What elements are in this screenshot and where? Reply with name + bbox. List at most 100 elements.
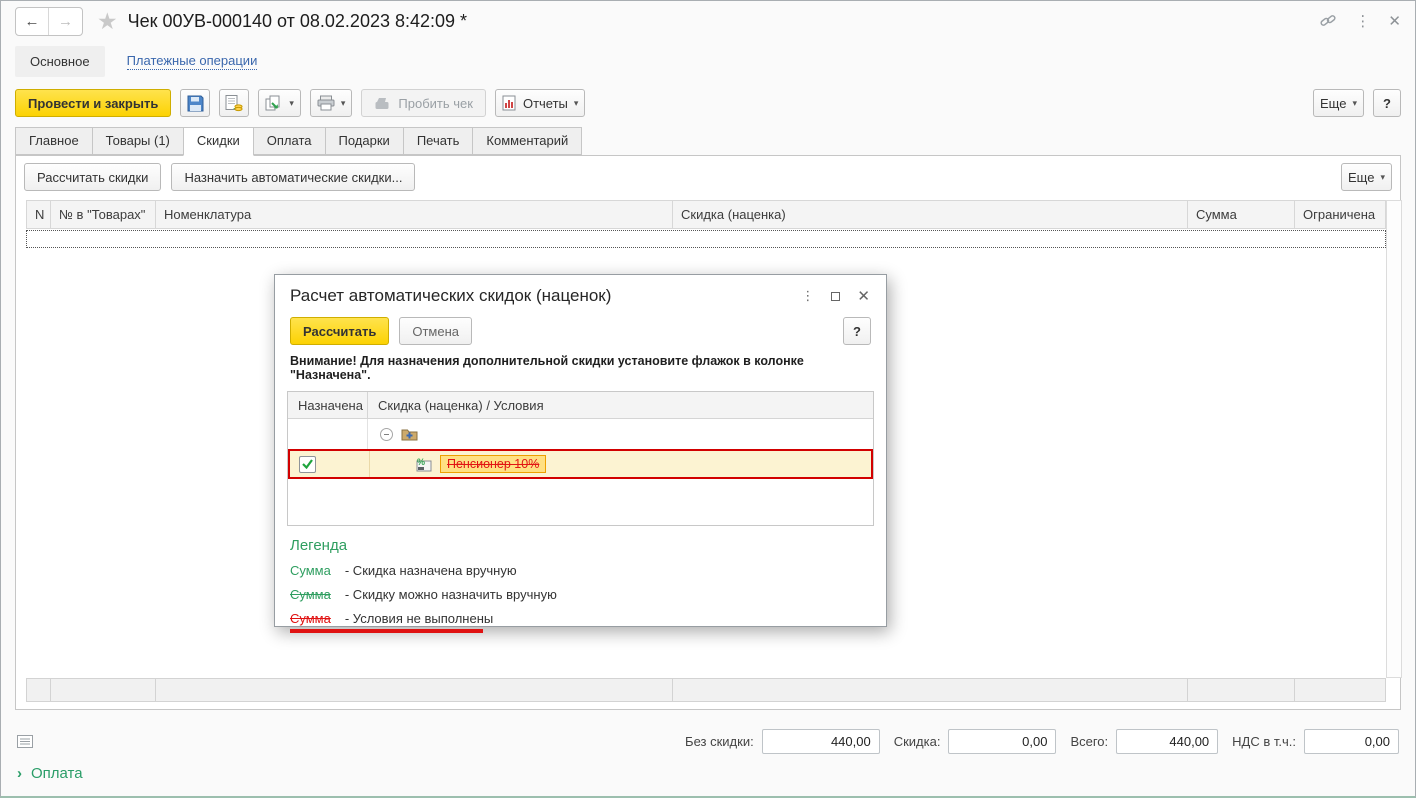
tab-tovary[interactable]: Товары (1) xyxy=(91,127,184,155)
calculate-button[interactable]: Рассчитать xyxy=(290,317,390,345)
copy-document-icon xyxy=(265,95,283,112)
chevron-down-icon: ▾ xyxy=(573,97,579,108)
legend-text: - Скидка назначена вручную xyxy=(344,563,517,578)
legend-text: - Условия не выполнены xyxy=(344,611,494,626)
total-sum-field[interactable]: 440,00 xyxy=(1116,728,1219,754)
payment-group-label: Оплата xyxy=(31,765,83,782)
discount-row-selected[interactable]: % Пенсионер 10% xyxy=(288,449,873,479)
create-based-on-button[interactable]: ▾ xyxy=(258,89,301,117)
kebab-menu-icon[interactable]: ⋮ xyxy=(1355,14,1370,29)
tab-strip: Главное Товары (1) Скидки Оплата Подарки… xyxy=(15,127,1401,156)
tab-skidki[interactable]: Скидки xyxy=(182,127,254,156)
total-sum-label: Всего: xyxy=(1070,733,1109,749)
dialog-buttons: Рассчитать Отмена ? xyxy=(275,308,886,352)
post-and-close-button[interactable]: Провести и закрыть xyxy=(15,89,172,117)
legend-sample: Сумма xyxy=(290,587,331,602)
favorite-star-icon[interactable]: ★ xyxy=(97,9,118,33)
table-footer-cell xyxy=(51,678,156,702)
total-discount-field[interactable]: 0,00 xyxy=(948,728,1057,754)
save-button[interactable] xyxy=(180,89,211,117)
tab-kommentariy[interactable]: Комментарий xyxy=(472,127,583,155)
nav-main[interactable]: Основное xyxy=(15,45,105,77)
back-button[interactable]: ← xyxy=(16,7,49,35)
legend-sample: Сумма xyxy=(290,611,331,626)
page-title: Чек 00УВ-000140 от 08.02.2023 8:42:09 * xyxy=(127,10,468,31)
toolbar: Провести и закрыть ▾ ▾ Пробить чек Отчет… xyxy=(1,85,1415,121)
close-icon[interactable]: ✕ xyxy=(857,287,870,305)
list-icon[interactable] xyxy=(17,734,33,748)
table-footer-cell xyxy=(156,678,673,702)
table-header: N № в "Товарах" Номенклатура Скидка (нац… xyxy=(26,200,1386,229)
auto-discounts-dialog: Расчет автоматических скидок (наценок) ⋮… xyxy=(274,274,887,633)
current-row-indicator[interactable] xyxy=(26,230,1386,248)
legend-item-conditions-not-met: Сумма - Условия не выполнены xyxy=(290,611,871,626)
totals-bar: Без скидки: 440,00 Скидка: 0,00 Всего: 4… xyxy=(1,719,1415,763)
dialog-header: Расчет автоматических скидок (наценок) ⋮… xyxy=(275,275,886,308)
legend-item-can-assign: Сумма - Скидку можно назначить вручную xyxy=(290,587,871,602)
assigned-checkbox[interactable] xyxy=(299,455,316,473)
link-icon[interactable] xyxy=(1319,12,1337,30)
calculate-discounts-button[interactable]: Рассчитать скидки xyxy=(24,163,162,191)
column-header-num-in-goods: № в "Товарах" xyxy=(51,200,156,229)
print-button[interactable]: ▾ xyxy=(309,89,353,117)
tab-glavnoe[interactable]: Главное xyxy=(15,127,93,155)
chevron-down-icon: ▾ xyxy=(340,97,346,108)
post-document-icon xyxy=(225,94,243,112)
collapse-icon[interactable] xyxy=(380,427,393,441)
column-header-n: N xyxy=(26,200,51,229)
kebab-menu-icon[interactable]: ⋮ xyxy=(801,288,814,304)
more-label: Еще xyxy=(1320,95,1347,111)
dialog-help-button[interactable]: ? xyxy=(843,317,871,345)
close-icon[interactable]: ✕ xyxy=(1388,14,1401,29)
legend-sample: Сумма xyxy=(290,563,331,578)
discount-name[interactable]: Пенсионер 10% xyxy=(440,455,547,473)
column-header-assigned: Назначена xyxy=(288,392,368,418)
red-underline xyxy=(290,629,483,633)
table-footer-cell xyxy=(1295,678,1386,702)
total-vat-field[interactable]: 0,00 xyxy=(1304,728,1399,754)
legend-text: - Скидку можно назначить вручную xyxy=(344,587,557,602)
reports-label: Отчеты xyxy=(522,95,568,111)
svg-text:%: % xyxy=(417,457,425,467)
tab-pechat[interactable]: Печать xyxy=(402,127,474,155)
post-document-button[interactable] xyxy=(219,89,250,117)
reports-button[interactable]: Отчеты ▾ xyxy=(494,89,586,117)
tab-oplata[interactable]: Оплата xyxy=(252,127,326,155)
column-header-limited: Ограничена xyxy=(1295,200,1386,229)
vertical-scrollbar[interactable] xyxy=(1386,200,1402,678)
cancel-button[interactable]: Отмена xyxy=(399,317,473,345)
legend-title: Легенда xyxy=(290,537,348,554)
table-footer-cell xyxy=(673,678,1188,702)
dialog-discounts-table: Назначена Скидка (наценка) / Условия % П… xyxy=(287,391,874,526)
history-nav: ← → xyxy=(15,6,83,36)
assign-auto-discounts-button[interactable]: Назначить автоматические скидки... xyxy=(171,163,416,191)
total-vat-label: НДС в т.ч.: xyxy=(1232,733,1296,749)
total-discount-label: Скидка: xyxy=(893,733,941,749)
discount-group-row[interactable] xyxy=(288,419,873,449)
column-header-nomenclature: Номенклатура xyxy=(156,200,673,229)
save-icon xyxy=(187,95,204,112)
help-button[interactable]: ? xyxy=(1373,89,1401,117)
total-without-discount-field[interactable]: 440,00 xyxy=(761,728,880,754)
nav-payment-operations[interactable]: Платежные операции xyxy=(126,53,258,70)
table-footer-cell xyxy=(26,678,51,702)
chevron-down-icon: ▾ xyxy=(1380,171,1385,182)
total-without-discount-label: Без скидки: xyxy=(685,733,754,749)
dialog-table-header: Назначена Скидка (наценка) / Условия xyxy=(288,392,873,419)
column-header-discount-conditions: Скидка (наценка) / Условия xyxy=(378,398,544,413)
chevron-right-icon: › xyxy=(17,765,22,782)
more-button[interactable]: Еще ▾ xyxy=(1313,89,1364,117)
chevron-down-icon: ▾ xyxy=(289,97,294,108)
dialog-controls: ⋮ ✕ xyxy=(801,287,870,305)
payment-group-toggle[interactable]: › Оплата xyxy=(17,765,83,782)
fiscal-check-button[interactable]: Пробить чек xyxy=(361,89,486,117)
table-more-button[interactable]: Еще ▾ xyxy=(1341,163,1392,191)
column-header-sum: Сумма xyxy=(1188,200,1295,229)
maximize-icon[interactable] xyxy=(831,291,841,301)
assigned-cell xyxy=(288,419,368,449)
table-more-label: Еще xyxy=(1348,169,1375,185)
cash-register-icon xyxy=(374,96,392,110)
tab-podarki[interactable]: Подарки xyxy=(324,127,404,155)
forward-button[interactable]: → xyxy=(49,8,82,35)
printer-icon xyxy=(317,95,335,111)
